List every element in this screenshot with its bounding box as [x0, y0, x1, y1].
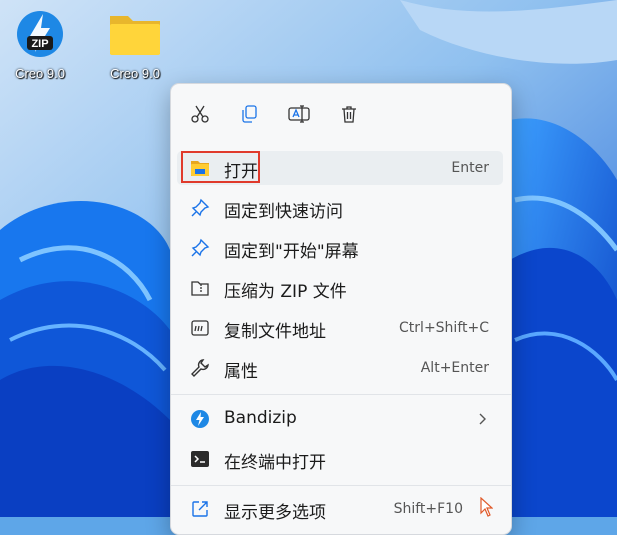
- chevron-right-icon: [479, 413, 486, 425]
- bandizip-icon: [190, 409, 210, 429]
- desktop-icon-zip[interactable]: ZIP Creo 9.0: [3, 8, 77, 81]
- menu-separator: [171, 394, 511, 395]
- menu-item-label: 属性: [224, 362, 258, 382]
- svg-text:ZIP: ZIP: [31, 38, 48, 50]
- context-menu-toolbar: [171, 84, 511, 144]
- menu-item-bandizip[interactable]: Bandizip: [177, 402, 503, 436]
- trash-icon: [342, 106, 356, 123]
- menu-item-label: 复制文件地址: [224, 322, 326, 342]
- cut-button[interactable]: [184, 98, 216, 130]
- mouse-cursor-icon: [480, 497, 493, 517]
- menu-item-pin-start[interactable]: 固定到"开始"屏幕: [177, 231, 503, 265]
- menu-item-label: 在终端中打开: [224, 453, 326, 473]
- menu-item-shortcut: Enter: [451, 160, 489, 176]
- external-icon: [190, 499, 210, 519]
- menu-item-open-terminal[interactable]: 在终端中打开: [177, 442, 503, 476]
- copy-icon: [242, 105, 257, 123]
- folder-icon: [110, 16, 160, 55]
- highlight-box: [181, 151, 260, 183]
- copy-button[interactable]: [233, 98, 265, 130]
- desktop-icon-label: Creo 9.0: [110, 66, 160, 81]
- menu-item-shortcut: Ctrl+Shift+C: [399, 320, 489, 336]
- menu-item-label: 固定到"开始"屏幕: [224, 242, 359, 262]
- terminal-icon: [190, 449, 210, 469]
- menu-item-shortcut: Alt+Enter: [420, 360, 489, 376]
- desktop-icon-folder[interactable]: Creo 9.0: [98, 8, 172, 81]
- menu-item-label: Bandizip: [224, 408, 297, 428]
- desktop-icon-label: Creo 9.0: [15, 66, 65, 81]
- scissors-icon: [191, 105, 209, 123]
- menu-separator: [171, 485, 511, 486]
- rename-icon: [288, 105, 310, 123]
- rename-button[interactable]: [283, 98, 315, 130]
- menu-item-label: 显示更多选项: [224, 503, 326, 523]
- menu-item-copy-path[interactable]: 复制文件地址 Ctrl+Shift+C: [177, 311, 503, 345]
- delete-button[interactable]: [333, 98, 365, 130]
- menu-item-label: 固定到快速访问: [224, 202, 343, 222]
- zip-archive-icon: ZIP: [17, 11, 63, 57]
- menu-item-properties[interactable]: 属性 Alt+Enter: [177, 351, 503, 385]
- menu-item-pin-quick-access[interactable]: 固定到快速访问: [177, 191, 503, 225]
- pin-icon: [190, 238, 210, 258]
- menu-item-label: 压缩为 ZIP 文件: [224, 282, 347, 302]
- zip-folder-icon: [190, 278, 210, 298]
- copy-path-icon: [190, 318, 210, 338]
- menu-item-show-more-options[interactable]: 显示更多选项 Shift+F10: [177, 492, 503, 526]
- pin-icon: [190, 198, 210, 218]
- wrench-icon: [190, 358, 210, 378]
- menu-item-compress-zip[interactable]: 压缩为 ZIP 文件: [177, 271, 503, 305]
- menu-item-shortcut: Shift+F10: [393, 501, 463, 517]
